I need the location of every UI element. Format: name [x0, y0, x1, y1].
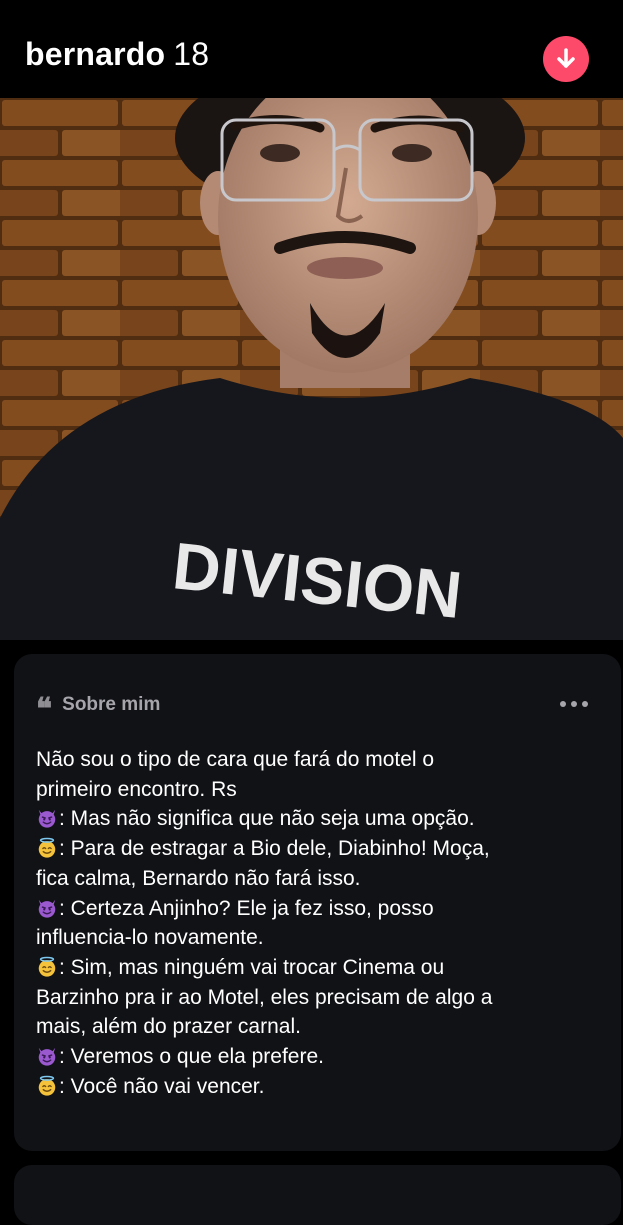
bio-line-text: influencia-lo novamente.	[36, 926, 264, 950]
collapse-profile-button[interactable]	[543, 36, 589, 82]
about-title-row: ❝ Sobre mim	[36, 692, 161, 727]
profile-photo[interactable]: DIVISION	[0, 98, 623, 640]
bio-line: primeiro encontro. Rs	[36, 775, 596, 805]
about-title: Sobre mim	[62, 694, 161, 715]
about-bio: Não sou o tipo de cara que fará do motel…	[36, 745, 596, 1101]
smiling-devil-emoji	[38, 1047, 56, 1066]
bio-line: : Veremos o que ela prefere.	[36, 1042, 596, 1072]
bio-line: influencia-lo novamente.	[36, 923, 596, 953]
profile-name-age: bernardo 18	[25, 36, 209, 73]
profile-name: bernardo	[25, 36, 166, 72]
bio-line: : Para de estragar a Bio dele, Diabinho!…	[36, 834, 596, 864]
bio-line-text: : Sim, mas ninguém vai trocar Cinema ou	[59, 955, 445, 979]
profile-header: bernardo 18	[0, 0, 623, 98]
bio-line-text: mais, além do prazer carnal.	[36, 1015, 301, 1039]
next-card	[14, 1165, 621, 1225]
profile-age: 18	[173, 36, 210, 72]
bio-line-text: : Mas não significa que não seja uma opç…	[59, 807, 475, 831]
bio-line-text: primeiro encontro. Rs	[36, 777, 237, 801]
smiling-angel-emoji	[38, 956, 56, 977]
bio-line-text: : Para de estragar a Bio dele, Diabinho!…	[59, 837, 490, 861]
profile-photo-image: DIVISION	[0, 98, 623, 640]
more-options-icon[interactable]	[560, 694, 588, 714]
about-card: ❝ Sobre mim Não sou o tipo de cara que f…	[14, 654, 621, 1151]
quote-icon: ❝	[36, 692, 53, 727]
bio-line: : Mas não significa que não seja uma opç…	[36, 804, 596, 834]
smiling-devil-emoji	[38, 810, 56, 829]
bio-line: : Sim, mas ninguém vai trocar Cinema ou	[36, 953, 596, 983]
bio-line-text: fica calma, Bernardo não fará isso.	[36, 866, 361, 890]
smiling-devil-emoji	[38, 899, 56, 918]
bio-line: fica calma, Bernardo não fará isso.	[36, 864, 596, 894]
bio-line: mais, além do prazer carnal.	[36, 1012, 596, 1042]
section-gap	[0, 640, 623, 654]
bio-line-text: : Certeza Anjinho? Ele ja fez isso, poss…	[59, 896, 434, 920]
bio-line: Barzinho pra ir ao Motel, eles precisam …	[36, 983, 596, 1013]
bio-line: : Certeza Anjinho? Ele ja fez isso, poss…	[36, 894, 596, 924]
bio-line-text: : Você não vai vencer.	[59, 1074, 265, 1098]
smiling-angel-emoji	[38, 1075, 56, 1096]
bio-line-text: Barzinho pra ir ao Motel, eles precisam …	[36, 985, 493, 1009]
smiling-angel-emoji	[38, 837, 56, 858]
bio-line: Não sou o tipo de cara que fará do motel…	[36, 745, 596, 775]
arrow-down-icon	[557, 48, 575, 68]
bio-line-text: Não sou o tipo de cara que fará do motel…	[36, 748, 435, 771]
bio-line-text: : Veremos o que ela prefere.	[59, 1045, 324, 1069]
bio-line: : Você não vai vencer.	[36, 1072, 596, 1102]
